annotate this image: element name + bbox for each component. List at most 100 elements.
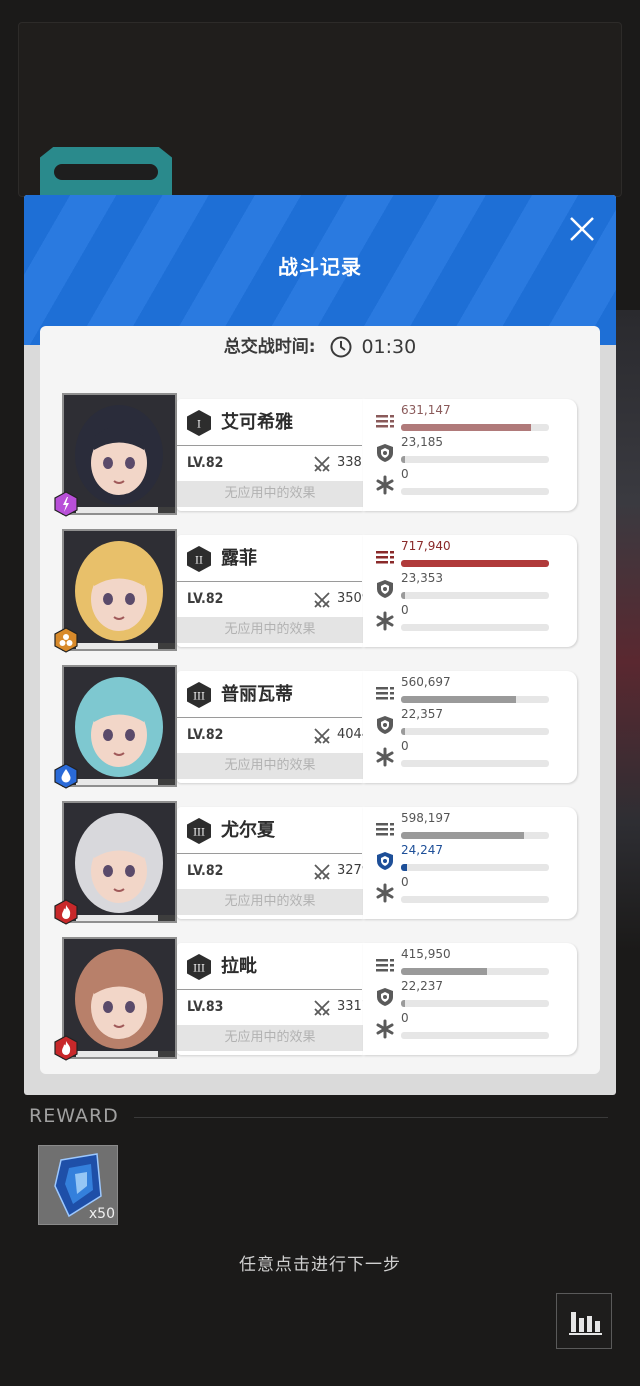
hp-strip bbox=[76, 1051, 175, 1057]
damage-stat: 560,697 bbox=[375, 675, 565, 707]
shield-icon bbox=[377, 716, 393, 734]
shield-icon bbox=[377, 580, 393, 598]
damage-value: 598,197 bbox=[401, 811, 451, 825]
character-stats: 415,950 22,237 0 bbox=[363, 943, 577, 1055]
damage-value: 415,950 bbox=[401, 947, 451, 961]
fire-element-icon bbox=[54, 899, 78, 925]
character-portrait-art bbox=[64, 667, 175, 785]
heal-icon bbox=[376, 1019, 394, 1039]
heal-icon bbox=[376, 475, 394, 495]
character-portrait[interactable] bbox=[62, 393, 177, 515]
continue-hint[interactable]: 任意点击进行下一步 bbox=[0, 1250, 640, 1275]
shield-icon bbox=[377, 444, 393, 462]
shield-bar bbox=[401, 456, 549, 463]
character-info: II 露菲 LV.82 3509 无应用中的效果 bbox=[177, 535, 370, 647]
character-level: LV.82 bbox=[187, 727, 224, 743]
character-info: III 尤尔夏 LV.82 3279 无应用中的效果 bbox=[177, 807, 370, 919]
shield-icon bbox=[377, 988, 393, 1006]
effects-status: 无应用中的效果 bbox=[177, 889, 363, 915]
character-record-row: III 普丽瓦蒂 LV.82 4044 无应用中的效果 560,697 22,357 0 bbox=[54, 665, 577, 789]
character-record-row: II 露菲 LV.82 3509 无应用中的效果 717,940 23,353 0 bbox=[54, 529, 577, 653]
name-divider bbox=[177, 717, 362, 718]
battle-record-panel: 总交战时间: 01:30 I 艾可希雅 LV.82 3381 无应用中的效果 631,14… bbox=[40, 326, 600, 1074]
name-divider bbox=[177, 445, 362, 446]
heal-bar bbox=[401, 760, 549, 767]
hp-strip bbox=[76, 643, 175, 649]
shield-value: 22,237 bbox=[401, 979, 443, 993]
character-portrait-art bbox=[64, 395, 175, 513]
crossed-swords-icon bbox=[314, 864, 330, 880]
character-portrait-art bbox=[64, 939, 175, 1057]
character-stats: 560,697 22,357 0 bbox=[363, 671, 577, 783]
heal-bar bbox=[401, 488, 549, 495]
rank-badge-icon: I bbox=[187, 410, 211, 436]
heal-value: 0 bbox=[401, 1011, 409, 1025]
water-element-icon bbox=[54, 763, 78, 789]
modal-title: 战斗记录 bbox=[278, 255, 362, 279]
heal-value: 0 bbox=[401, 875, 409, 889]
character-name: 尤尔夏 bbox=[221, 820, 275, 841]
crossed-swords-icon bbox=[314, 456, 330, 472]
hp-strip bbox=[76, 915, 175, 921]
shield-value: 22,357 bbox=[401, 707, 443, 721]
damage-bar bbox=[401, 832, 549, 839]
statistics-button[interactable] bbox=[556, 1293, 612, 1349]
effects-status: 无应用中的效果 bbox=[177, 753, 363, 779]
damage-stat: 631,147 bbox=[375, 403, 565, 435]
heal-icon bbox=[376, 883, 394, 903]
heal-stat: 0 bbox=[375, 875, 565, 907]
rank-numeral: III bbox=[193, 964, 205, 975]
total-time-value: 01:30 bbox=[361, 336, 417, 358]
rank-badge-icon: III bbox=[187, 818, 211, 844]
rank-numeral: II bbox=[195, 556, 203, 567]
character-portrait[interactable] bbox=[62, 665, 177, 787]
character-name: 拉毗 bbox=[221, 956, 257, 977]
shield-value: 23,353 bbox=[401, 571, 443, 585]
character-portrait[interactable] bbox=[62, 801, 177, 923]
clock-icon bbox=[330, 336, 352, 358]
character-level: LV.82 bbox=[187, 591, 224, 607]
heal-stat: 0 bbox=[375, 739, 565, 771]
character-portrait[interactable] bbox=[62, 937, 177, 1059]
damage-stat: 598,197 bbox=[375, 811, 565, 843]
rank-numeral: III bbox=[193, 692, 205, 703]
character-portrait-art bbox=[64, 803, 175, 921]
shield-bar bbox=[401, 592, 549, 599]
rank-numeral: I bbox=[197, 420, 201, 431]
character-level: LV.82 bbox=[187, 455, 224, 471]
character-info: I 艾可希雅 LV.82 3381 无应用中的效果 bbox=[177, 399, 370, 511]
damage-bar bbox=[401, 968, 549, 975]
reward-divider bbox=[134, 1117, 608, 1118]
heal-value: 0 bbox=[401, 467, 409, 481]
character-stats: 598,197 24,247 0 bbox=[363, 807, 577, 919]
bar-chart-icon bbox=[569, 1312, 602, 1335]
damage-icon bbox=[376, 959, 394, 972]
shield-bar bbox=[401, 728, 549, 735]
effects-status: 无应用中的效果 bbox=[177, 481, 363, 507]
shield-stat: 24,247 bbox=[375, 843, 565, 875]
rank-badge-icon: II bbox=[187, 546, 211, 572]
effects-status: 无应用中的效果 bbox=[177, 617, 363, 643]
character-record-row: I 艾可希雅 LV.82 3381 无应用中的效果 631,147 23,185 0 bbox=[54, 393, 577, 517]
iron-element-icon bbox=[54, 627, 78, 653]
shield-icon bbox=[377, 852, 393, 870]
damage-stat: 415,950 bbox=[375, 947, 565, 979]
rank-badge-icon: III bbox=[187, 954, 211, 980]
damage-bar bbox=[401, 424, 549, 431]
heal-icon bbox=[376, 611, 394, 631]
name-divider bbox=[177, 989, 362, 990]
character-level: LV.83 bbox=[187, 999, 224, 1015]
character-stats: 717,940 23,353 0 bbox=[363, 535, 577, 647]
reward-label: REWARD bbox=[29, 1105, 119, 1127]
character-portrait[interactable] bbox=[62, 529, 177, 651]
reward-item[interactable]: x50 bbox=[38, 1145, 118, 1225]
character-name: 普丽瓦蒂 bbox=[221, 684, 293, 705]
shield-bar bbox=[401, 1000, 549, 1007]
character-stats: 631,147 23,185 0 bbox=[363, 399, 577, 511]
total-time-label: 总交战时间: bbox=[223, 337, 316, 357]
character-info: III 普丽瓦蒂 LV.82 4044 无应用中的效果 bbox=[177, 671, 370, 783]
close-icon[interactable] bbox=[566, 213, 598, 245]
shield-stat: 22,357 bbox=[375, 707, 565, 739]
heal-stat: 0 bbox=[375, 603, 565, 635]
damage-icon bbox=[376, 415, 394, 428]
